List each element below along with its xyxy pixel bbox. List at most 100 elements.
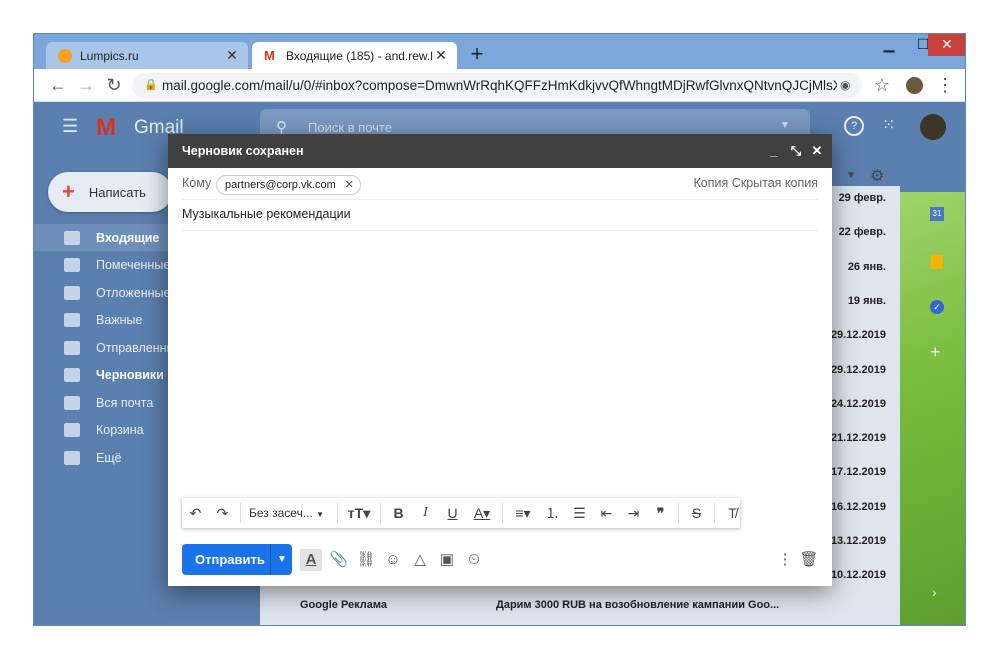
back-icon[interactable]: ← — [46, 73, 70, 97]
tasks-icon[interactable]: ✓ — [930, 300, 944, 314]
recipient-chip[interactable]: partners@corp.vk.com ✕ — [216, 175, 361, 195]
tab-title: Lumpics.ru — [80, 48, 139, 63]
redo-icon[interactable]: ↷ — [209, 505, 236, 522]
recipient-row[interactable]: Кому partners@corp.vk.com ✕ Копия Скрыта… — [182, 169, 818, 200]
divider — [380, 503, 381, 523]
insert-photo-icon[interactable]: ▣ — [436, 549, 458, 571]
emoji-icon[interactable]: ☺ — [382, 549, 404, 571]
recipient-email: partners@corp.vk.com — [225, 179, 336, 191]
discard-draft-icon[interactable]: 🗑 — [798, 549, 820, 571]
help-icon[interactable]: ? — [844, 116, 864, 136]
visibility-icon[interactable]: ◉ — [840, 73, 850, 98]
settings-gear-icon[interactable]: ⚙ — [870, 166, 884, 186]
sidebar-item-label: Помеченные — [96, 258, 171, 272]
compose-header: Черновик сохранен _ ⤡ ✕ — [168, 134, 832, 168]
new-tab-button[interactable]: + — [464, 42, 490, 68]
account-avatar[interactable] — [920, 114, 946, 140]
insert-link-icon[interactable]: ⛓ — [355, 549, 377, 571]
reload-icon[interactable]: ↻ — [102, 73, 126, 97]
browser-window: Lumpics.ru ✕ M Входящие (185) - and.rew.… — [33, 33, 966, 626]
sidebar-item-icon — [64, 423, 80, 437]
attach-file-icon[interactable]: 📎 — [328, 549, 350, 571]
forward-icon[interactable]: → — [74, 73, 98, 97]
tab-close-icon[interactable]: ✕ — [224, 47, 240, 64]
align-icon[interactable]: ≡▾ — [507, 505, 539, 522]
sidebar-item-icon — [64, 313, 80, 327]
sidebar-item-icon — [64, 230, 80, 245]
sidebar-item-icon — [64, 450, 80, 465]
formatting-options-icon[interactable]: A — [300, 549, 322, 571]
bold-icon[interactable]: B — [385, 505, 412, 521]
formatting-toolbar: ↶ ↷ Без засеч... ▼ тT▾ B I U A▾ ≡▾ ⒈ ☰ ⇤… — [182, 498, 740, 528]
partial-row-subject: Дарим 3000 RUB на возобновление кампании… — [496, 599, 780, 611]
undo-icon[interactable]: ↶ — [182, 505, 209, 522]
sidebar-item-label: Вся почта — [96, 395, 154, 410]
confidential-mode-icon[interactable]: ⏲ — [463, 549, 485, 571]
remove-recipient-icon[interactable]: ✕ — [345, 176, 354, 194]
browser-toolbar: ← → ↻ 🔒 mail.google.com/mail/u/0/#inbox?… — [34, 69, 965, 102]
send-button[interactable]: Отправить ▼ — [182, 544, 292, 575]
compose-button[interactable]: + Написать — [48, 172, 172, 212]
sidebar-item-label: Входящие — [96, 230, 160, 245]
quote-icon[interactable]: ❞ — [647, 505, 674, 522]
inbox-menu-icon[interactable]: ▼ — [846, 170, 856, 181]
text-color-icon[interactable]: A▾ — [466, 505, 498, 522]
font-select[interactable]: Без засеч... ▼ — [245, 506, 333, 520]
keep-icon[interactable] — [931, 255, 943, 269]
tab-close-icon[interactable]: ✕ — [433, 47, 449, 64]
bookmark-star-icon[interactable]: ☆ — [870, 73, 894, 97]
remove-formatting-icon[interactable]: T̸ — [719, 505, 746, 521]
cc-bcc-links[interactable]: Копия Скрытая копия — [693, 176, 818, 190]
sidebar-item-icon — [64, 258, 80, 272]
tab-lumpics[interactable]: Lumpics.ru ✕ — [46, 42, 248, 69]
compose-title: Черновик сохранен — [182, 144, 304, 158]
sidebar-item-label: Важные — [96, 313, 143, 327]
tab-title: Входящие (185) - and.rew.lptw@ — [286, 48, 433, 63]
apps-grid-icon[interactable]: ⁙ — [882, 115, 895, 135]
close-compose-icon[interactable]: ✕ — [808, 142, 826, 160]
message-body[interactable] — [182, 230, 818, 492]
tab-strip: Lumpics.ru ✕ M Входящие (185) - and.rew.… — [34, 34, 965, 69]
calendar-icon[interactable]: 31 — [930, 207, 944, 221]
italic-icon[interactable]: I — [412, 505, 439, 521]
close-window-button[interactable]: ✕ — [928, 34, 965, 56]
divider — [502, 503, 503, 523]
bulleted-list-icon[interactable]: ☰ — [566, 505, 593, 522]
strikethrough-icon[interactable]: S — [683, 505, 710, 521]
indent-more-icon[interactable]: ⇥ — [620, 505, 647, 522]
side-panel: 31 ✓ + › — [914, 152, 965, 622]
minimize-button[interactable]: ▁ — [872, 34, 906, 56]
lumpics-favicon-icon — [58, 48, 72, 63]
to-label: Кому — [182, 176, 212, 190]
search-placeholder: Поиск в почте — [308, 120, 392, 135]
profile-avatar[interactable] — [906, 77, 923, 94]
compose-dialog: Черновик сохранен _ ⤡ ✕ Кому partners@co… — [168, 134, 832, 586]
subject-field[interactable]: Музыкальные рекомендации — [182, 199, 818, 231]
numbered-list-icon[interactable]: ⒈ — [539, 503, 566, 523]
search-options-icon[interactable]: ▼ — [780, 120, 790, 131]
sidebar-item-label: Черновики — [96, 368, 164, 382]
indent-less-icon[interactable]: ⇤ — [593, 505, 620, 522]
main-menu-icon[interactable]: ☰ — [62, 116, 78, 137]
tab-gmail[interactable]: M Входящие (185) - and.rew.lptw@ ✕ — [252, 42, 457, 69]
sidebar-item-label: Отложенные — [96, 285, 171, 300]
fullscreen-icon[interactable]: ⤡ — [787, 142, 805, 160]
more-options-icon[interactable]: ⋮ — [774, 549, 796, 571]
add-addon-icon[interactable]: + — [930, 342, 941, 363]
font-size-icon[interactable]: тT▾ — [342, 505, 376, 522]
browser-menu-icon[interactable]: ⋮ — [933, 73, 957, 97]
sidebar-item-label: Корзина — [96, 423, 144, 437]
compose-label: Написать — [88, 184, 146, 200]
send-options-icon[interactable]: ▼ — [270, 544, 293, 575]
divider — [337, 503, 338, 523]
minimize-compose-icon[interactable]: _ — [765, 142, 783, 160]
address-bar[interactable]: 🔒 mail.google.com/mail/u/0/#inbox?compos… — [132, 73, 862, 98]
send-label: Отправить — [195, 552, 265, 567]
google-drive-icon[interactable]: △ — [409, 549, 431, 571]
underline-icon[interactable]: U — [439, 505, 466, 521]
plus-icon: + — [62, 179, 75, 204]
expand-panel-icon[interactable]: › — [932, 584, 937, 600]
font-name: Без засеч... — [249, 506, 313, 520]
gmail-favicon-icon: M — [264, 47, 275, 63]
sidebar-item-icon — [64, 340, 80, 355]
